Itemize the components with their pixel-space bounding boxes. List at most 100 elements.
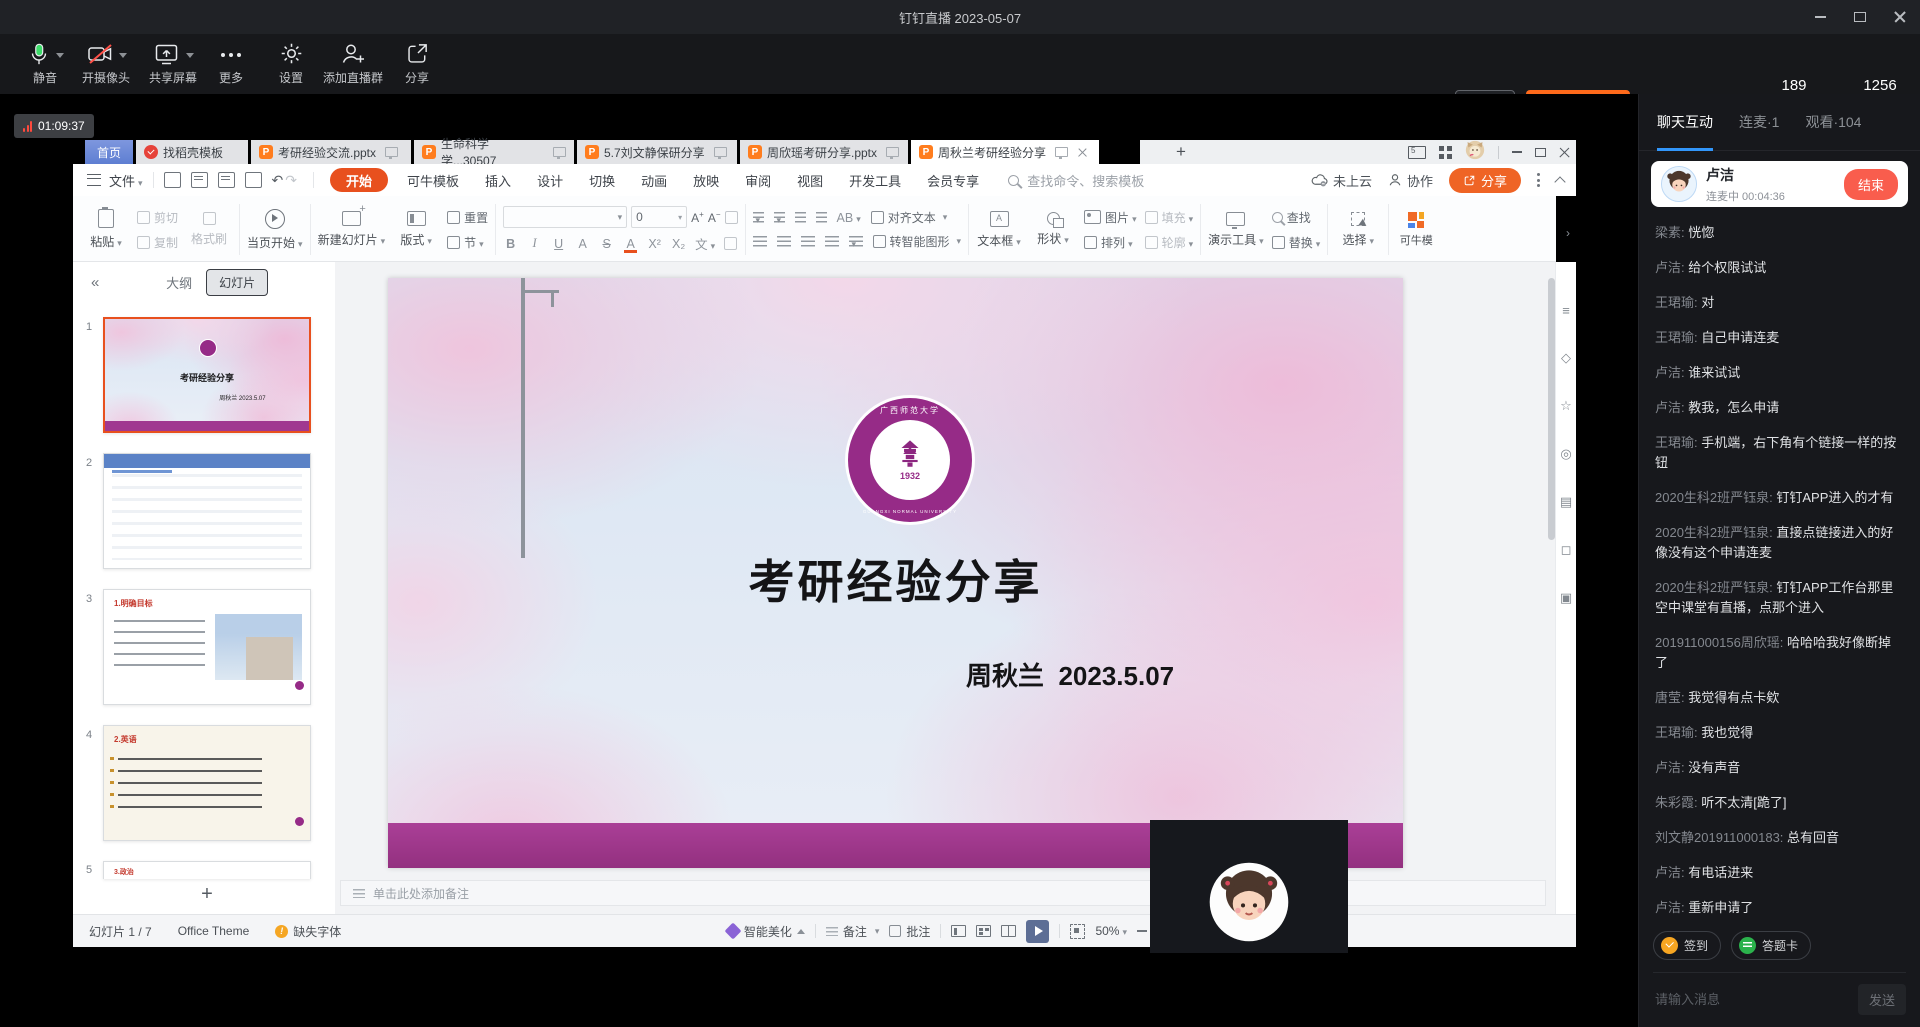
underline-button[interactable]: U [551, 237, 566, 251]
minimize-button[interactable] [1800, 0, 1840, 34]
ribbon-expand-icon[interactable]: › [1566, 226, 1570, 240]
fill-button[interactable]: 填充 [1145, 209, 1194, 226]
close-button[interactable] [1880, 0, 1920, 34]
subscript-button[interactable]: X₂ [671, 237, 686, 251]
tabs-grid-icon[interactable] [1439, 146, 1452, 159]
ribbon-tab-keniu[interactable]: 可牛模板 [394, 171, 472, 190]
tab-doc-1[interactable]: 考研经验交流.pptx [251, 140, 411, 164]
vertical-scrollbar[interactable] [1548, 278, 1555, 868]
share-live-button[interactable]: 分享 [382, 41, 452, 86]
slide-thumbnail-1[interactable]: 考研经验分享 周秋兰 2023.5.07 [103, 317, 311, 433]
wps-minimize-icon[interactable] [1512, 151, 1522, 153]
chevron-down-icon[interactable] [56, 53, 64, 58]
play-from-current-button[interactable]: 当页开始 [247, 209, 303, 251]
slide-thumbnail-4[interactable]: 2.英语 [103, 725, 311, 841]
print-icon[interactable] [218, 172, 235, 188]
slides-tab[interactable]: 幻灯片 [206, 269, 268, 296]
presentation-tools-button[interactable]: 演示工具 [1208, 212, 1264, 248]
camera-button[interactable]: 开摄像头 [71, 41, 141, 86]
font-color-button[interactable]: A [623, 237, 638, 251]
ribbon-tab-member[interactable]: 会员专享 [914, 171, 992, 190]
align-right-icon[interactable] [801, 236, 815, 247]
slide-thumbnail-3[interactable]: 1.明确目标 [103, 589, 311, 705]
zoom-out-icon[interactable] [1137, 930, 1147, 932]
answer-sheet-button[interactable]: 答题卡 [1731, 931, 1811, 960]
slideshow-button[interactable] [1026, 920, 1049, 943]
file-menu[interactable]: 文件 [109, 171, 143, 190]
split-view-icon[interactable] [1408, 146, 1426, 159]
outline-tab[interactable]: 大纲 [166, 273, 192, 292]
new-tab-button[interactable] [1169, 140, 1193, 164]
ribbon-tab-slideshow[interactable]: 放映 [680, 171, 732, 190]
format-painter-button[interactable]: 格式刷 [186, 212, 232, 247]
line-spacing-icon[interactable] [849, 236, 863, 247]
justify-icon[interactable] [825, 236, 839, 247]
layout-button[interactable]: 版式 [393, 211, 439, 248]
slide-thumbnail-5[interactable]: 3.政治 [103, 861, 311, 879]
decrease-indent-icon[interactable] [795, 212, 806, 223]
outline-button[interactable]: 轮廓 [1145, 234, 1194, 251]
decrease-font-icon[interactable]: A− [708, 210, 721, 225]
scrollbar-thumb[interactable] [1548, 278, 1555, 540]
notes-bar[interactable]: 单击此处添加备注 [340, 880, 1546, 906]
cloud-status[interactable]: 未上云 [1311, 171, 1372, 190]
missing-font-warning[interactable]: 缺失字体 [275, 923, 341, 940]
shapes-button[interactable]: 形状 [1030, 212, 1076, 247]
comments-toggle[interactable]: 批注 [889, 923, 930, 940]
favorites-icon[interactable] [1560, 382, 1572, 430]
export-icon[interactable] [191, 172, 208, 188]
ribbon-tab-view[interactable]: 视图 [784, 171, 836, 190]
more-menu-icon[interactable] [1537, 173, 1540, 187]
ribbon-tab-devtools[interactable]: 开发工具 [836, 171, 914, 190]
resources-icon[interactable] [1560, 430, 1571, 478]
save-icon[interactable] [164, 172, 181, 188]
highlight-icon[interactable] [724, 237, 737, 250]
layout-pane-icon[interactable] [1560, 478, 1572, 526]
bullets-icon[interactable] [753, 212, 764, 223]
check-in-button[interactable]: 签到 [1653, 931, 1721, 960]
tab-watchers[interactable]: 观看·104 [1805, 94, 1861, 150]
properties-icon[interactable] [1562, 286, 1570, 334]
italic-button[interactable]: I [527, 236, 542, 251]
end-mic-button[interactable]: 结束 [1844, 169, 1898, 200]
print-preview-icon[interactable] [245, 172, 262, 188]
ribbon-tab-insert[interactable]: 插入 [472, 171, 524, 190]
theme-name[interactable]: Office Theme [178, 924, 250, 938]
textbox-button[interactable]: 文本框 [976, 211, 1022, 249]
undo-icon[interactable]: ↶ [272, 172, 284, 189]
tab-docer-templates[interactable]: 找稻壳模板 [136, 140, 248, 164]
tab-doc-4[interactable]: 周欣瑶考研分享.pptx [740, 140, 908, 164]
maximize-button[interactable] [1840, 0, 1880, 34]
slide-canvas[interactable]: 广西师范大学 1932 GUANGXI NORMAL UNIVERSITY 考研… [388, 278, 1403, 868]
message-input[interactable] [1653, 991, 1850, 1008]
arrange-button[interactable]: 排列 [1084, 234, 1137, 251]
ribbon-tab-review[interactable]: 审阅 [732, 171, 784, 190]
smart-beautify-button[interactable]: 智能美化 [727, 923, 805, 940]
text-direction-icon[interactable]: AB [837, 211, 861, 225]
picture-button[interactable]: 图片 [1084, 209, 1137, 226]
numbering-icon[interactable] [774, 212, 785, 223]
sorter-view-button[interactable] [976, 925, 991, 937]
add-slide-button[interactable] [169, 883, 245, 906]
wps-close-icon[interactable] [1559, 147, 1570, 158]
bold-button[interactable]: B [503, 237, 518, 251]
strikethrough-button[interactable]: S [599, 237, 614, 251]
tab-doc-2[interactable]: 生命科学学...30507 [414, 140, 574, 164]
select-button[interactable]: 选择 [1335, 212, 1381, 248]
collapse-panel-icon[interactable]: « [91, 274, 99, 291]
chevron-down-icon[interactable] [186, 53, 194, 58]
ribbon-tab-start[interactable]: 开始 [330, 168, 388, 192]
send-button[interactable]: 发送 [1858, 984, 1906, 1015]
slide-thumbnail-2[interactable] [103, 453, 311, 569]
normal-view-button[interactable] [951, 925, 966, 937]
command-search[interactable]: 查找命令、搜索模板 [1008, 171, 1144, 190]
font-size-select[interactable]: 0▾ [631, 206, 687, 228]
find-button[interactable]: 查找 [1272, 209, 1321, 226]
tab-doc-active[interactable]: 周秋兰考研经验分享 [911, 140, 1099, 164]
keniu-template-button[interactable]: 可牛模 [1396, 212, 1436, 248]
reset-button[interactable]: 重置 [447, 209, 488, 226]
font-family-select[interactable] [503, 206, 627, 228]
collaborate-button[interactable]: 协作 [1388, 171, 1433, 190]
account-avatar[interactable] [1465, 140, 1485, 165]
tab-chat[interactable]: 聊天互动 [1657, 94, 1713, 150]
